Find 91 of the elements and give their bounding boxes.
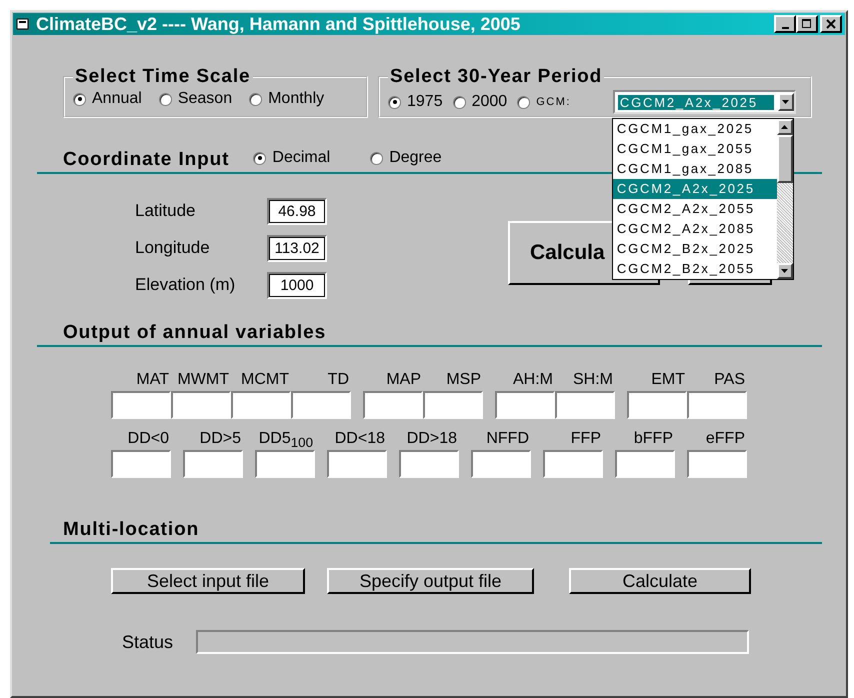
radio-button[interactable]	[452, 96, 466, 108]
radio-option[interactable]: 2000	[452, 93, 508, 111]
variable-label: DD<0	[128, 429, 170, 449]
variable-label: DD<18	[334, 429, 386, 449]
list-item[interactable]: CGCM1_gax_2025	[612, 119, 777, 139]
status-label: Status	[122, 632, 174, 652]
maximize-icon	[802, 19, 812, 29]
list-item[interactable]: CGCM1_gax_2055	[612, 139, 777, 159]
close-button[interactable]	[820, 15, 842, 33]
minimize-button[interactable]	[774, 15, 796, 33]
variable-label: SH:M	[573, 370, 614, 390]
radio-button[interactable]	[253, 152, 266, 164]
action-button[interactable]: Calculate	[569, 568, 751, 594]
list-item[interactable]: CGCM2_A2x_2055	[612, 199, 777, 219]
variable-label: DD>5	[200, 429, 242, 449]
output-field	[423, 391, 483, 419]
variable-label: PAS	[714, 370, 746, 390]
scrollbar[interactable]	[776, 119, 793, 279]
output-field	[687, 391, 747, 419]
field-label: Longitude	[135, 238, 211, 258]
output-field	[471, 450, 531, 478]
section-title: Multi-location	[63, 519, 200, 542]
output-field	[255, 450, 315, 478]
radio-button[interactable]	[249, 92, 262, 106]
window-title: ClimateBC_v2 ---- Wang, Hamann and Spittlehouse, 2005	[36, 14, 522, 34]
input-field[interactable]: 113.02	[267, 234, 327, 262]
radio-option[interactable]: GCM:	[517, 96, 571, 108]
variable-label: eFFP	[706, 429, 746, 449]
variable-label: TD	[328, 370, 350, 390]
output-field	[171, 391, 231, 419]
variable-label: NFFD	[486, 429, 530, 449]
section-title: Output of annual variables	[63, 322, 326, 345]
output-field	[543, 450, 603, 478]
radio-button[interactable]	[388, 96, 401, 108]
output-field	[327, 450, 387, 478]
radio-button[interactable]	[517, 96, 530, 108]
variable-label: EMT	[651, 370, 686, 390]
variable-label: MWMT	[177, 370, 230, 390]
radio-option[interactable]: Season	[158, 90, 232, 108]
variable-label: MAT	[136, 370, 170, 390]
down-arrow-icon	[780, 268, 789, 274]
list-item[interactable]: CGCM1_gax_2085	[612, 159, 777, 179]
radio-option[interactable]: Decimal	[253, 149, 330, 167]
caret-icon	[782, 100, 790, 104]
input-field[interactable]: 1000	[267, 272, 327, 298]
radio-button[interactable]	[370, 152, 384, 164]
radio-option[interactable]: Annual	[73, 90, 142, 108]
variable-label: FFP	[570, 429, 602, 449]
dropdown-button[interactable]	[778, 93, 794, 111]
variable-label: DD>18	[406, 429, 458, 449]
scroll-up-button[interactable]	[776, 119, 793, 135]
group-title: Select 30-Year Period	[389, 66, 604, 88]
variable-label: MCMT	[241, 370, 290, 390]
scroll-thumb[interactable]	[776, 135, 793, 183]
field-label: Latitude	[135, 201, 196, 221]
input-field[interactable]: 46.98	[267, 198, 327, 224]
output-field	[183, 450, 243, 478]
output-field	[399, 450, 459, 478]
output-field	[111, 450, 171, 478]
radio-option[interactable]: 1975	[388, 93, 443, 111]
radio-button[interactable]	[158, 92, 172, 106]
scroll-down-button[interactable]	[776, 263, 793, 279]
radio-option[interactable]: Monthly	[249, 90, 324, 108]
window-icon	[16, 17, 30, 31]
radio-option[interactable]: Degree	[370, 149, 442, 167]
field-label: Elevation (m)	[135, 275, 236, 295]
section-title: Coordinate Input	[63, 149, 230, 172]
variable-label: MAP	[386, 370, 422, 390]
output-field	[615, 450, 675, 478]
list-item[interactable]: CGCM2_A2x_2025	[612, 179, 777, 199]
variable-label: AH:M	[513, 370, 554, 390]
output-field	[627, 391, 687, 419]
output-field	[291, 391, 351, 419]
output-field	[111, 391, 171, 419]
dropdown-value: CGCM2_A2x_2025	[618, 94, 774, 110]
variable-label: bFFP	[634, 429, 674, 449]
output-field	[687, 450, 747, 478]
group-title: Select Time Scale	[74, 66, 252, 88]
output-field	[231, 391, 291, 419]
radio-button[interactable]	[73, 92, 86, 106]
action-button[interactable]: Select input file	[111, 568, 305, 594]
output-field	[363, 391, 423, 419]
minimize-icon	[782, 26, 788, 28]
action-button[interactable]: Specify output file	[327, 568, 534, 594]
close-icon	[826, 19, 836, 29]
variable-label: DD5$_{100}$	[258, 429, 314, 450]
output-field	[495, 391, 555, 419]
maximize-button[interactable]	[796, 15, 818, 33]
output-field	[555, 391, 615, 419]
up-arrow-icon	[780, 124, 789, 130]
variable-label: MSP	[446, 370, 482, 390]
